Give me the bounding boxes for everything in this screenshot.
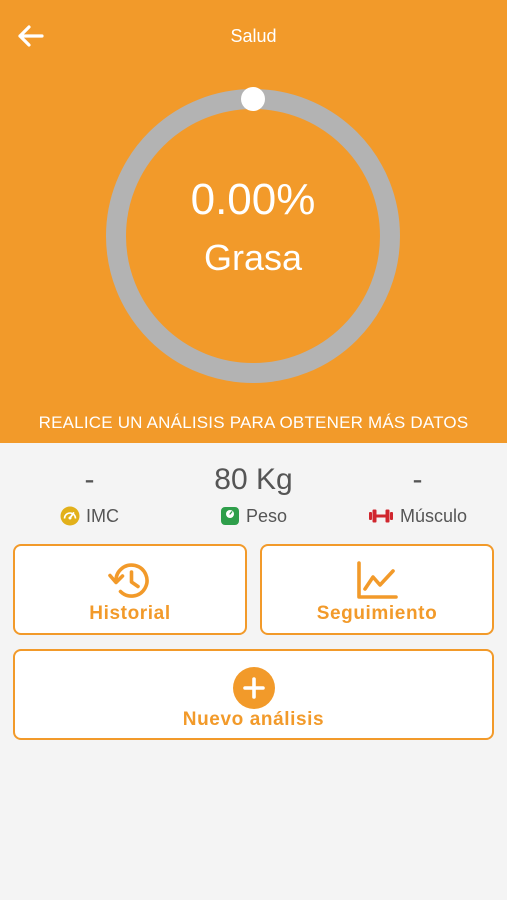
stat-imc: - IMC [5, 458, 174, 528]
historial-button[interactable]: Historial [13, 544, 247, 635]
dumbbell-icon [368, 508, 394, 524]
stat-peso: 80 Kg Peso [169, 458, 338, 528]
imc-value: - [84, 463, 95, 496]
imc-label: IMC [86, 506, 119, 526]
historial-label: Historial [89, 603, 171, 624]
plus-circle-icon [232, 667, 275, 709]
stat-musculo: - Músculo [333, 458, 502, 528]
header: Salud 0.00% Grasa REALICE UN ANÁLISIS PA… [0, 0, 507, 443]
gauge-knob [241, 87, 265, 111]
nuevo-analisis-button[interactable]: Nuevo análisis [13, 649, 494, 740]
speedometer-icon [60, 506, 80, 526]
seguimiento-label: Seguimiento [316, 603, 438, 624]
musculo-label: Músculo [399, 506, 468, 526]
musculo-value: - [412, 463, 423, 496]
nuevo-analisis-label: Nuevo análisis [182, 709, 325, 730]
analysis-hint: REALICE UN ANÁLISIS PARA OBTENER MÁS DAT… [38, 413, 469, 432]
stats-row: - IMC 80 Kg Peso - Músculo [0, 458, 507, 534]
line-chart-icon [357, 561, 398, 599]
history-icon [108, 563, 149, 598]
body-fat-gauge: 0.00% Grasa [103, 86, 403, 386]
scale-icon [220, 506, 240, 526]
body-fat-label: Grasa [203, 237, 303, 278]
seguimiento-button[interactable]: Seguimiento [260, 544, 494, 635]
peso-value: 80 Kg [214, 463, 293, 496]
page-title: Salud [230, 26, 277, 46]
body-fat-value: 0.00% [190, 175, 316, 224]
peso-label: Peso [245, 506, 288, 526]
